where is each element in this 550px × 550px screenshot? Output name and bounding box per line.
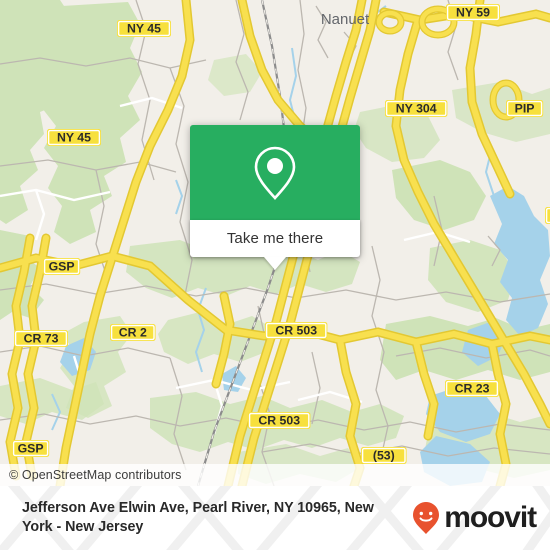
road-shield-label: CR 503 — [258, 413, 300, 427]
road-shield-label: NY 45 — [57, 130, 91, 144]
road-shield: CR 503 — [265, 322, 328, 339]
road-shield-label: CR 503 — [275, 323, 317, 337]
take-me-there-button[interactable]: Take me there — [190, 220, 360, 257]
road-shield-label: PIP — [515, 101, 535, 115]
map-screenshot: Nanuet NY 45 NY 59 NY 304 PIP NY 45 GSP CR 73 C… — [0, 0, 550, 550]
road-shield-label: GSP — [49, 259, 75, 273]
map-place-labels: Nanuet — [321, 11, 370, 28]
road-shield-label: NY 59 — [456, 5, 490, 19]
map-pin-icon — [254, 146, 296, 200]
attribution-text: © OpenStreetMap contributors — [9, 468, 182, 482]
road-shield: CR 73 — [14, 330, 68, 347]
road-shield: PIP — [545, 207, 550, 224]
map-attribution-bar: © OpenStreetMap contributors — [0, 464, 550, 486]
road-shield: (53) — [361, 447, 407, 464]
road-shield: NY 45 — [47, 129, 101, 146]
road-shield-label: (53) — [373, 448, 395, 462]
moovit-wordmark: moovit — [444, 501, 537, 534]
moovit-pin-smiley-icon — [413, 502, 440, 534]
moovit-logo[interactable]: moovit — [412, 501, 537, 535]
road-shield: NY 304 — [385, 100, 448, 117]
popup-tail — [264, 257, 286, 270]
map-popup[interactable]: Take me there — [190, 125, 360, 270]
road-shield-label: CR 2 — [119, 325, 147, 339]
footer-bar: Jefferson Ave Elwin Ave, Pearl River, NY… — [0, 486, 550, 550]
address-text: Jefferson Ave Elwin Ave, Pearl River, NY… — [22, 500, 374, 535]
take-me-there-label: Take me there — [226, 230, 324, 247]
road-shield: CR 503 — [248, 412, 311, 429]
road-shield: PIP — [506, 100, 544, 117]
road-shield: GSP — [12, 440, 50, 457]
map-canvas[interactable]: Nanuet NY 45 NY 59 NY 304 PIP NY 45 GSP CR 73 C… — [0, 0, 550, 486]
road-shield: CR 23 — [445, 380, 499, 397]
road-shield-label: GSP — [18, 441, 44, 455]
road-shield-label: CR 73 — [24, 331, 59, 345]
road-shield: GSP — [43, 258, 81, 275]
road-shield: CR 2 — [110, 324, 156, 341]
road-shield-label: NY 304 — [396, 101, 437, 115]
road-shield: NY 45 — [117, 20, 171, 37]
place-label-nanuet: Nanuet — [321, 11, 370, 28]
road-shield-label: NY 45 — [127, 21, 161, 35]
road-shield-label: CR 23 — [455, 381, 490, 395]
road-shield: NY 59 — [446, 4, 500, 21]
popup-header — [190, 125, 360, 220]
